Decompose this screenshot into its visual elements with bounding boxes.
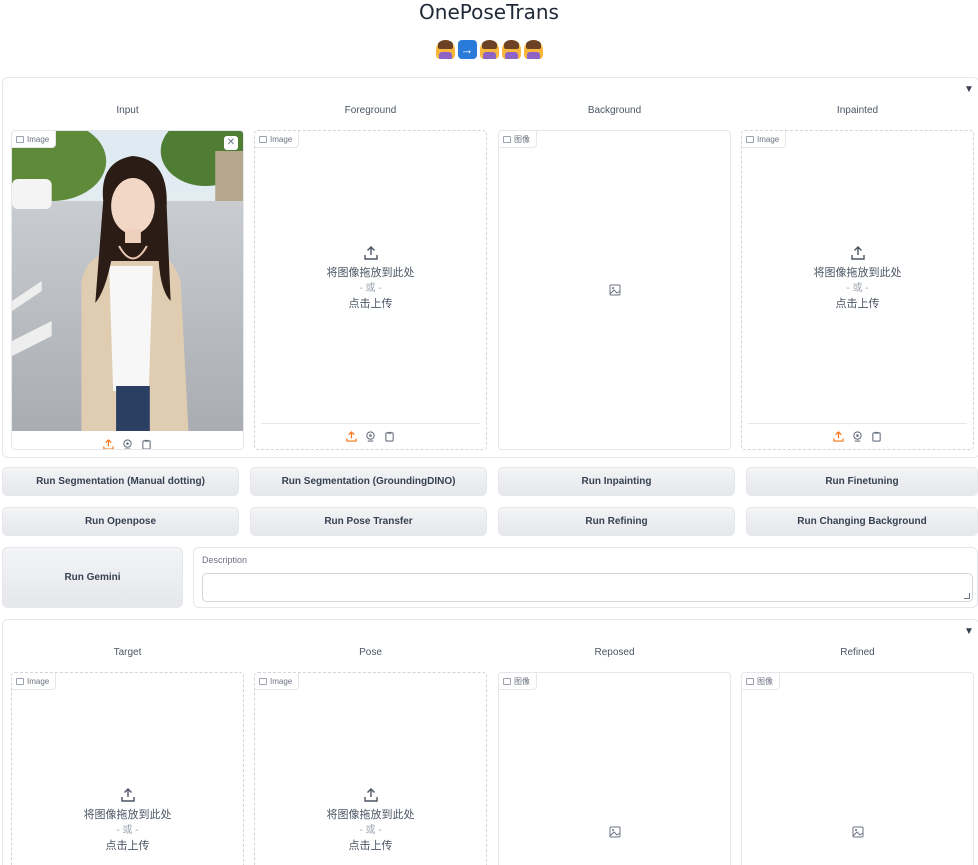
or-text: - 或 - <box>359 283 382 294</box>
image-tag: Image <box>12 673 57 690</box>
or-text: - 或 - <box>359 825 382 836</box>
description-label: Description <box>202 555 248 565</box>
run-finetuning-button[interactable]: Run Finetuning <box>746 467 978 496</box>
reposed-image-box: 图像 <box>498 672 731 865</box>
image-tag: Image <box>255 673 300 690</box>
clipboard-icon[interactable] <box>141 439 152 450</box>
drop-text: 将图像拖放到此处 <box>326 267 415 279</box>
click-upload-text: 点击上传 <box>835 298 880 310</box>
clipboard-icon[interactable] <box>384 431 395 442</box>
click-upload-text: 点击上传 <box>105 840 150 852</box>
description-textarea[interactable] <box>202 573 973 602</box>
image-tag-icon <box>16 677 24 685</box>
app-title: OnePoseTrans <box>419 0 559 24</box>
refined-label: Refined <box>840 647 875 658</box>
upload-icon[interactable] <box>103 438 114 450</box>
clipboard-icon[interactable] <box>871 431 882 442</box>
target-image-box[interactable]: Image 将图像拖放到此处 - 或 - 点击上传 <box>11 672 244 865</box>
webcam-icon[interactable] <box>365 431 376 442</box>
reposed-label: Reposed <box>594 647 635 658</box>
image-tag: 图像 <box>499 673 537 690</box>
run-refining-button[interactable]: Run Refining <box>498 507 735 536</box>
inpainted-source-bar <box>748 423 967 449</box>
refined-image-box: 图像 <box>741 672 974 865</box>
upload-icon <box>850 246 865 260</box>
drop-text: 将图像拖放到此处 <box>83 809 172 821</box>
upload-dropzone[interactable]: 将图像拖放到此处 - 或 - 点击上传 <box>742 245 973 312</box>
resize-handle-icon[interactable] <box>964 593 970 599</box>
image-tag-icon <box>16 135 24 143</box>
person-raising-hand-emoji <box>523 40 543 59</box>
image-tag-icon <box>746 135 754 143</box>
background-image-box: 图像 <box>498 130 731 450</box>
image-placeholder-icon <box>609 284 621 296</box>
input-label: Input <box>116 105 139 116</box>
person-gesturing-emoji <box>501 40 521 59</box>
pose-image-box[interactable]: Image 将图像拖放到此处 - 或 - 点击上传 <box>254 672 487 865</box>
run-inpainting-button[interactable]: Run Inpainting <box>498 467 735 496</box>
run-segmentation-manual-button[interactable]: Run Segmentation (Manual dotting) <box>2 467 239 496</box>
section1-collapse-icon[interactable]: ▼ <box>964 84 974 95</box>
image-tag-icon <box>503 677 511 685</box>
upload-dropzone[interactable]: 将图像拖放到此处 - 或 - 点击上传 <box>255 787 486 854</box>
emoji-row: → <box>0 40 978 59</box>
input-photo <box>12 131 243 431</box>
webcam-icon[interactable] <box>122 438 133 450</box>
image-tag-icon <box>746 677 754 685</box>
image-placeholder-icon <box>852 826 864 838</box>
click-upload-text: 点击上传 <box>348 840 393 852</box>
upload-dropzone[interactable]: 将图像拖放到此处 - 或 - 点击上传 <box>12 787 243 854</box>
foreground-label: Foreground <box>344 105 397 116</box>
or-text: - 或 - <box>846 283 869 294</box>
person-standing-emoji <box>479 40 499 59</box>
image-tag-icon <box>259 135 267 143</box>
clear-image-button[interactable]: ✕ <box>224 136 238 150</box>
image-tag: 图像 <box>742 673 780 690</box>
upload-dropzone[interactable]: 将图像拖放到此处 - 或 - 点击上传 <box>255 245 486 312</box>
input-source-bar <box>18 431 237 450</box>
upload-icon <box>120 788 135 802</box>
run-openpose-button[interactable]: Run Openpose <box>2 507 239 536</box>
description-panel: Description <box>193 547 978 608</box>
inpainted-label: Inpainted <box>836 105 879 116</box>
drop-text: 将图像拖放到此处 <box>326 809 415 821</box>
upload-icon[interactable] <box>833 431 844 442</box>
pose-label: Pose <box>359 647 382 658</box>
right-arrow-emoji: → <box>457 40 477 59</box>
drop-text: 将图像拖放到此处 <box>813 267 902 279</box>
run-pose-transfer-button[interactable]: Run Pose Transfer <box>250 507 487 536</box>
image-tag-icon <box>259 677 267 685</box>
image-tag: Image <box>255 131 300 148</box>
target-label: Target <box>113 647 142 658</box>
run-changing-background-button[interactable]: Run Changing Background <box>746 507 978 536</box>
upload-icon[interactable] <box>346 431 357 442</box>
click-upload-text: 点击上传 <box>348 298 393 310</box>
or-text: - 或 - <box>116 825 139 836</box>
inpainted-image-box[interactable]: Image 将图像拖放到此处 - 或 - 点击上传 <box>741 130 974 450</box>
upload-icon <box>363 246 378 260</box>
upload-icon <box>363 788 378 802</box>
person-with-veil-emoji <box>435 40 455 59</box>
image-tag: Image <box>742 131 787 148</box>
section2-collapse-icon[interactable]: ▼ <box>964 626 974 637</box>
image-tag-icon <box>503 135 511 143</box>
background-label: Background <box>587 105 642 116</box>
run-gemini-button[interactable]: Run Gemini <box>2 547 183 608</box>
image-tag: Image <box>12 131 57 148</box>
run-segmentation-grounding-button[interactable]: Run Segmentation (GroundingDINO) <box>250 467 487 496</box>
input-image-box[interactable]: Image ✕ <box>11 130 244 450</box>
foreground-source-bar <box>261 423 480 449</box>
foreground-image-box[interactable]: Image 将图像拖放到此处 - 或 - 点击上传 <box>254 130 487 450</box>
image-placeholder-icon <box>609 826 621 838</box>
image-tag: 图像 <box>499 131 537 148</box>
webcam-icon[interactable] <box>852 431 863 442</box>
